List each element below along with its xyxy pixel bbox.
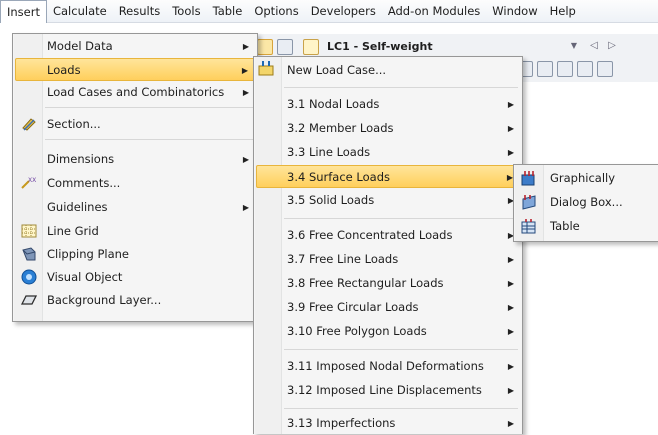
- menu-calculate[interactable]: Calculate: [47, 0, 113, 22]
- menu-item-free-circular-loads[interactable]: 3.9 Free Circular Loads ▶: [256, 296, 520, 319]
- line-grid-icon: [21, 224, 37, 238]
- menu-item-load-cases-and-combinatorics[interactable]: Load Cases and Combinatorics ▶: [15, 81, 255, 104]
- previous-load-case-button[interactable]: ◁: [587, 38, 601, 54]
- menu-options[interactable]: Options: [248, 0, 304, 22]
- menu-item-imposed-line-displacements[interactable]: 3.12 Imposed Line Displacements ▶: [256, 379, 520, 402]
- menu-item-background-layer[interactable]: Background Layer...: [15, 289, 255, 312]
- menu-bar: Insert Calculate Results Tools Table Opt…: [0, 0, 658, 23]
- menu-item-free-line-loads[interactable]: 3.7 Free Line Loads ▶: [256, 248, 520, 271]
- insert-menu: Model Data ▶ Loads ▶ Load Cases and Combin…: [12, 33, 258, 322]
- menu-item-solid-loads[interactable]: 3.5 Solid Loads ▶: [256, 189, 520, 212]
- menu-item-visual-object[interactable]: Visual Object: [15, 266, 255, 289]
- svg-text:XX: XX: [28, 177, 36, 184]
- submenu-arrow-icon: ▶: [242, 203, 249, 212]
- submenu-arrow-icon: ▶: [507, 255, 514, 264]
- menu-add-on-modules[interactable]: Add-on Modules: [382, 0, 486, 22]
- menu-help[interactable]: Help: [544, 0, 582, 22]
- clipping-plane-icon: [22, 247, 36, 261]
- menu-item-dialog-box[interactable]: Dialog Box...: [516, 191, 656, 214]
- menu-item-line-loads[interactable]: 3.3 Line Loads ▶: [256, 141, 520, 164]
- menu-item-line-grid[interactable]: Line Grid: [15, 220, 255, 243]
- menu-developers[interactable]: Developers: [305, 0, 382, 22]
- menu-item-clipping-plane[interactable]: Clipping Plane: [15, 243, 255, 266]
- menu-item-new-load-case[interactable]: New Load Case...: [256, 59, 520, 82]
- submenu-arrow-icon: ▶: [241, 66, 248, 75]
- menu-item-nodal-loads[interactable]: 3.1 Nodal Loads ▶: [256, 93, 520, 116]
- menu-item-guidelines[interactable]: Guidelines ▶: [15, 196, 255, 219]
- submenu-arrow-icon: ▶: [507, 327, 514, 336]
- menu-item-section[interactable]: Section...: [15, 113, 255, 136]
- submenu-arrow-icon: ▶: [507, 148, 514, 157]
- menu-item-loads[interactable]: Loads ▶: [15, 58, 255, 81]
- table-icon: [521, 219, 536, 234]
- toolbar-tool-icon[interactable]: [597, 61, 613, 77]
- menu-item-free-rectangular-loads[interactable]: 3.8 Free Rectangular Loads ▶: [256, 272, 520, 295]
- submenu-arrow-icon: ▶: [242, 42, 249, 51]
- toolbar-tool-icon[interactable]: [577, 61, 593, 77]
- dropdown-arrow-icon[interactable]: ▼: [567, 38, 581, 54]
- menu-item-dimensions[interactable]: Dimensions ▶: [15, 148, 255, 171]
- surface-loads-submenu: Graphically Dialog Box... Table: [513, 164, 658, 242]
- submenu-arrow-icon: ▶: [507, 362, 514, 371]
- comments-icon: XX: [21, 177, 36, 189]
- visual-object-icon: [21, 269, 37, 285]
- submenu-arrow-icon: ▶: [507, 386, 514, 395]
- section-icon: [22, 118, 36, 131]
- toolbar-tool-icon[interactable]: [557, 61, 573, 77]
- loads-submenu: New Load Case... 3.1 Nodal Loads ▶ 3.2 Me…: [253, 56, 523, 434]
- view-toggle-button[interactable]: [257, 39, 273, 55]
- toolbar-tool-icon[interactable]: [537, 61, 553, 77]
- panel-toggle-button[interactable]: [277, 39, 293, 55]
- submenu-arrow-icon: ▶: [507, 100, 514, 109]
- menu-item-imperfections[interactable]: 3.13 Imperfections ▶: [256, 412, 520, 435]
- submenu-arrow-icon: ▶: [242, 155, 249, 164]
- new-load-case-icon: [258, 61, 274, 76]
- menu-item-comments[interactable]: XX Comments...: [15, 172, 255, 195]
- menu-item-member-loads[interactable]: 3.2 Member Loads ▶: [256, 117, 520, 140]
- submenu-arrow-icon: ▶: [507, 303, 514, 312]
- submenu-arrow-icon: ▶: [507, 124, 514, 133]
- menu-insert[interactable]: Insert: [0, 0, 47, 23]
- menu-item-model-data[interactable]: Model Data ▶: [15, 35, 255, 58]
- load-case-icon: [303, 39, 319, 55]
- menu-item-imposed-nodal-deformations[interactable]: 3.11 Imposed Nodal Deformations ▶: [256, 355, 520, 378]
- menu-item-free-concentrated-loads[interactable]: 3.6 Free Concentrated Loads ▶: [256, 224, 520, 247]
- menu-item-surface-loads[interactable]: 3.4 Surface Loads ▶: [256, 165, 520, 188]
- menu-tools[interactable]: Tools: [166, 0, 206, 22]
- menu-item-graphically[interactable]: Graphically: [516, 167, 656, 190]
- submenu-arrow-icon: ▶: [507, 419, 514, 428]
- graphically-icon: [521, 171, 535, 186]
- background-layer-icon: [21, 295, 37, 305]
- load-case-select[interactable]: LC1 - Self-weight: [327, 38, 467, 56]
- menu-window[interactable]: Window: [486, 0, 543, 22]
- menu-table[interactable]: Table: [207, 0, 249, 22]
- submenu-arrow-icon: ▶: [242, 88, 249, 97]
- menu-results[interactable]: Results: [113, 0, 167, 22]
- dialog-box-icon: [522, 195, 536, 210]
- menu-item-free-polygon-loads[interactable]: 3.10 Free Polygon Loads ▶: [256, 320, 520, 343]
- next-load-case-button[interactable]: ▷: [605, 38, 619, 54]
- menu-item-table[interactable]: Table: [516, 215, 656, 238]
- submenu-arrow-icon: ▶: [507, 279, 514, 288]
